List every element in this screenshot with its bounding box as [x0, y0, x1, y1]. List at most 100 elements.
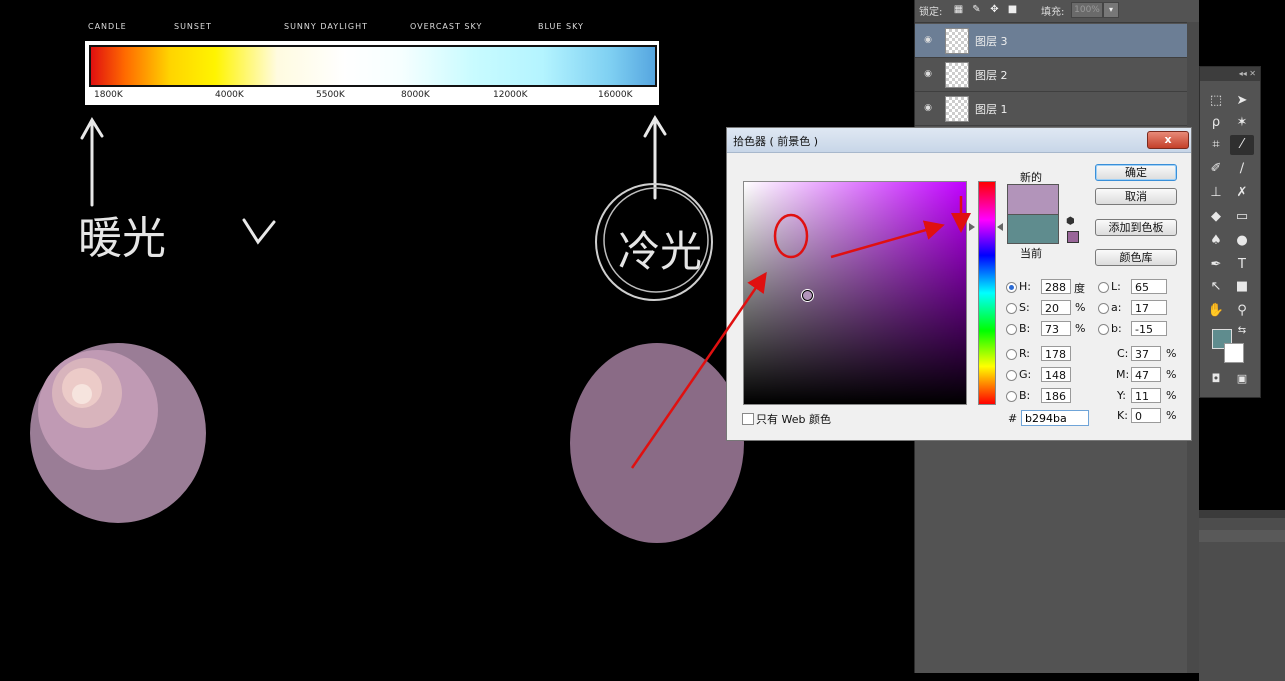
fill-dropdown-icon[interactable]: ▾ [1103, 2, 1119, 18]
quick-mask-icon[interactable]: ◘ [1204, 369, 1228, 389]
visibility-eye-icon[interactable]: ◉ [921, 69, 935, 79]
brightness-label: B: [1019, 322, 1031, 335]
tools-panel-header[interactable]: ◂◂ ✕ [1200, 67, 1260, 81]
lock-position-icon[interactable]: ✥ [989, 4, 1000, 15]
blue-field[interactable]: 186 [1041, 388, 1071, 403]
layer-name: 图层 2 [975, 69, 1008, 82]
dialog-titlebar[interactable]: 拾色器 ( 前景色 ) x [727, 128, 1191, 153]
color-selection-marker[interactable] [802, 290, 813, 301]
lab-b-field[interactable]: -15 [1131, 321, 1167, 336]
web-safe-cube-icon[interactable]: ⬢ [1066, 216, 1077, 227]
ok-button[interactable]: 确定 [1095, 164, 1177, 181]
crop-icon[interactable]: ⌗ [1204, 135, 1228, 155]
tick-5500k: 5500K [316, 90, 345, 100]
lab-b-radio[interactable] [1098, 324, 1109, 335]
cancel-button[interactable]: 取消 [1095, 188, 1177, 205]
saturation-field[interactable]: 20 [1041, 300, 1071, 315]
eyedropper-icon[interactable]: ⁄ [1230, 135, 1254, 155]
lasso-icon[interactable]: ρ [1204, 113, 1228, 133]
black-label: K: [1117, 409, 1128, 422]
blue-label: B: [1019, 389, 1031, 402]
shape-icon[interactable]: ■ [1230, 277, 1254, 297]
marquee-icon[interactable]: ⬚ [1204, 91, 1228, 111]
close-button[interactable]: x [1147, 131, 1189, 149]
hue-slider-right-arrow[interactable] [997, 223, 1003, 231]
yellow-unit: % [1166, 389, 1177, 402]
visibility-eye-icon[interactable]: ◉ [921, 35, 935, 45]
add-to-swatches-button[interactable]: 添加到色板 [1095, 219, 1177, 236]
red-field[interactable]: 178 [1041, 346, 1071, 361]
new-color-label: 新的 [1020, 171, 1042, 184]
layer-row-1[interactable]: ◉ 图层 1 [915, 92, 1187, 126]
lab-a-field[interactable]: 17 [1131, 300, 1167, 315]
current-color-label: 当前 [1020, 247, 1042, 260]
lab-b-label: b: [1111, 322, 1122, 335]
screen-mode-icon[interactable]: ▣ [1230, 369, 1254, 389]
label-candle: CANDLE [88, 22, 127, 31]
label-sunset: SUNSET [174, 22, 212, 31]
green-field[interactable]: 148 [1041, 367, 1071, 382]
blue-radio[interactable] [1006, 391, 1017, 402]
pen-icon[interactable]: ✒ [1204, 255, 1228, 275]
layer-row-3[interactable]: ◉ 图层 3 [915, 24, 1187, 58]
swap-colors-icon[interactable]: ⇆ [1230, 321, 1254, 341]
zoom-icon[interactable]: ⚲ [1230, 301, 1254, 321]
lab-a-radio[interactable] [1098, 303, 1109, 314]
hex-field[interactable]: b294ba [1021, 410, 1089, 426]
current-color-swatch[interactable] [1007, 214, 1059, 244]
stamp-icon[interactable]: ⊥ [1204, 183, 1228, 203]
magic-wand-icon[interactable]: ✶ [1230, 113, 1254, 133]
visibility-eye-icon[interactable]: ◉ [921, 103, 935, 113]
lock-paint-icon[interactable]: ✎ [971, 4, 982, 15]
fill-input[interactable]: 100% [1071, 2, 1103, 18]
healing-icon[interactable]: ✐ [1204, 159, 1228, 179]
color-libraries-button[interactable]: 颜色库 [1095, 249, 1177, 266]
tick-16000k: 16000K [598, 90, 633, 100]
brightness-radio[interactable] [1006, 324, 1017, 335]
background-color-swatch[interactable] [1224, 343, 1244, 363]
red-radio[interactable] [1006, 349, 1017, 360]
lab-l-radio[interactable] [1098, 282, 1109, 293]
hue-slider-left-arrow[interactable] [969, 223, 975, 231]
tick-12000k: 12000K [493, 90, 528, 100]
brush-icon[interactable]: ∕ [1230, 159, 1254, 179]
lock-transparent-icon[interactable]: ▦ [953, 4, 964, 15]
move-icon[interactable]: ➤ [1230, 91, 1254, 111]
hue-unit: 度 [1074, 282, 1085, 295]
web-safe-color-swatch[interactable] [1067, 231, 1079, 243]
color-picker-dialog: 拾色器 ( 前景色 ) x 新的 当前 ⬢ 确定 取消 添加到色板 颜色库 H:… [726, 127, 1192, 441]
layer-thumbnail [945, 62, 969, 88]
eraser-icon[interactable]: ◆ [1204, 207, 1228, 227]
hue-radio[interactable] [1006, 282, 1017, 293]
layer-thumbnail [945, 28, 969, 54]
layer-thumbnail [945, 96, 969, 122]
path-select-icon[interactable]: ↖ [1204, 277, 1228, 297]
tick-4000k: 4000K [215, 90, 244, 100]
black-field[interactable]: 0 [1131, 408, 1161, 423]
web-colors-only-checkbox[interactable] [742, 413, 754, 425]
saturation-brightness-field[interactable] [743, 181, 967, 405]
brightness-field[interactable]: 73 [1041, 321, 1071, 336]
history-brush-icon[interactable]: ✗ [1230, 183, 1254, 203]
lab-l-field[interactable]: 65 [1131, 279, 1167, 294]
label-overcast-sky: OVERCAST SKY [410, 22, 483, 31]
saturation-unit: % [1075, 301, 1086, 314]
up-arrow-left [80, 117, 104, 207]
dialog-title: 拾色器 ( 前景色 ) [733, 135, 819, 148]
gradient-icon[interactable]: ▭ [1230, 207, 1254, 227]
blur-icon[interactable]: ♠ [1204, 231, 1228, 251]
magenta-field[interactable]: 47 [1131, 367, 1161, 382]
type-icon[interactable]: T [1230, 255, 1254, 275]
cyan-field[interactable]: 37 [1131, 346, 1161, 361]
layer-row-2[interactable]: ◉ 图层 2 [915, 58, 1187, 92]
dodge-icon[interactable]: ● [1230, 231, 1254, 251]
saturation-radio[interactable] [1006, 303, 1017, 314]
hue-slider[interactable] [978, 181, 996, 405]
label-blue-sky: BLUE SKY [538, 22, 584, 31]
lock-all-icon[interactable]: ■ [1007, 4, 1018, 15]
hand-icon[interactable]: ✋ [1204, 301, 1228, 321]
yellow-field[interactable]: 11 [1131, 388, 1161, 403]
hue-field[interactable]: 288 [1041, 279, 1071, 294]
tick-1800k: 1800K [94, 90, 123, 100]
green-radio[interactable] [1006, 370, 1017, 381]
